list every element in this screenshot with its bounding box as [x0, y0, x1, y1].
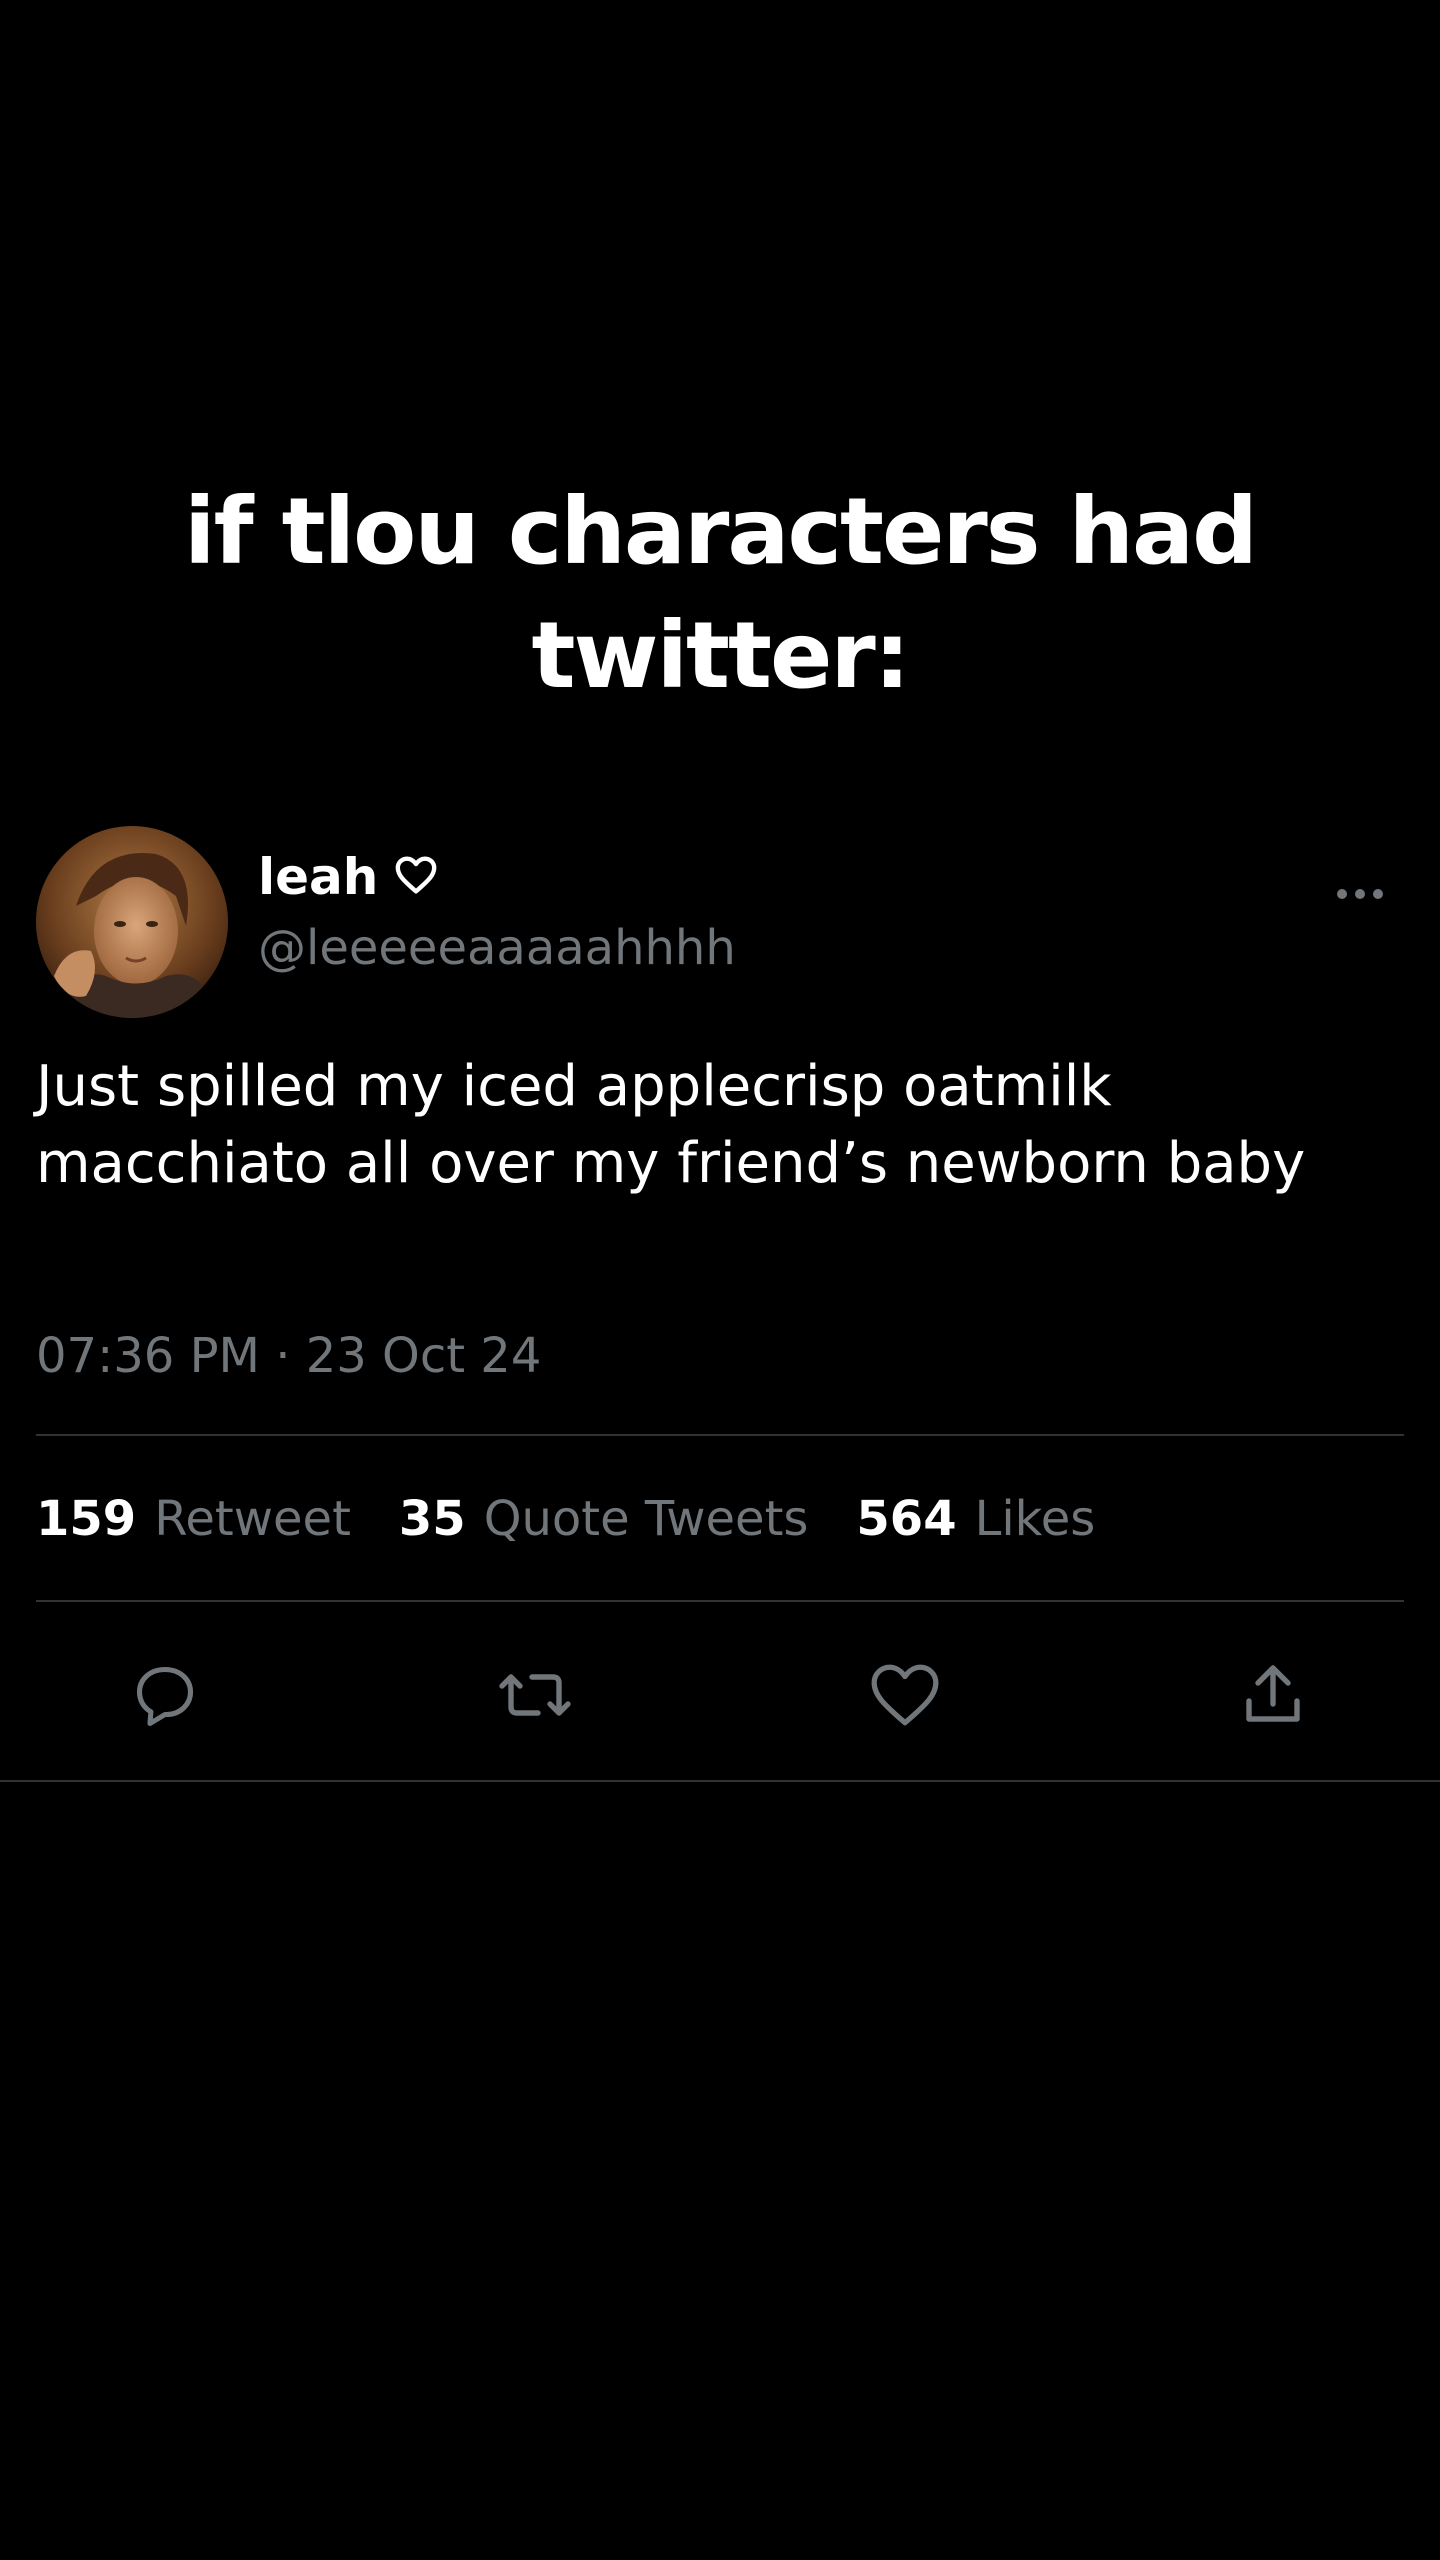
quotes-stat[interactable]: 35 Quote Tweets: [399, 1491, 809, 1547]
retweet-icon: [499, 1674, 571, 1716]
caption-line-1: if tlou characters had: [184, 478, 1258, 585]
heart-badge-icon: [394, 855, 438, 899]
more-options-button[interactable]: [1320, 874, 1400, 914]
share-icon: [1246, 1665, 1300, 1722]
tweet-text: Just spilled my iced applecrisp oatmilk …: [36, 1054, 1306, 1196]
tweet-timestamp[interactable]: 07:36 PM · 23 Oct 24: [36, 1328, 541, 1384]
caption-title: if tlou characters had twitter:: [0, 470, 1440, 718]
reply-button[interactable]: [120, 1650, 210, 1740]
share-button[interactable]: [1228, 1650, 1318, 1740]
retweets-label: Retweet: [154, 1491, 351, 1547]
like-icon: [871, 1664, 939, 1726]
divider: [36, 1434, 1404, 1436]
likes-label: Likes: [974, 1491, 1096, 1547]
divider: [36, 1600, 1404, 1602]
quotes-count: 35: [398, 1491, 466, 1547]
tweet-actions: [0, 1650, 1440, 1740]
likes-stat[interactable]: 564 Likes: [856, 1491, 1095, 1547]
likes-count: 564: [856, 1491, 957, 1547]
like-button[interactable]: [860, 1650, 950, 1740]
tweet-card: leah @leeeeeaaaaahhhh Just spilled my ic…: [0, 820, 1440, 1782]
reply-icon: [136, 1666, 194, 1727]
display-name[interactable]: leah: [258, 848, 378, 906]
caption-line-2: twitter:: [531, 602, 910, 709]
avatar[interactable]: [36, 826, 228, 1018]
user-name-row: leah: [258, 840, 438, 914]
retweets-count: 159: [36, 1491, 137, 1547]
user-handle[interactable]: @leeeeeaaaaahhhh: [258, 920, 736, 976]
retweet-button[interactable]: [490, 1650, 580, 1740]
ellipsis-icon: [1337, 889, 1383, 899]
quotes-label: Quote Tweets: [483, 1491, 809, 1547]
retweets-stat[interactable]: 159 Retweet: [36, 1491, 351, 1547]
tweet-stats: 159 Retweet 35 Quote Tweets 564 Likes: [36, 1484, 1143, 1554]
